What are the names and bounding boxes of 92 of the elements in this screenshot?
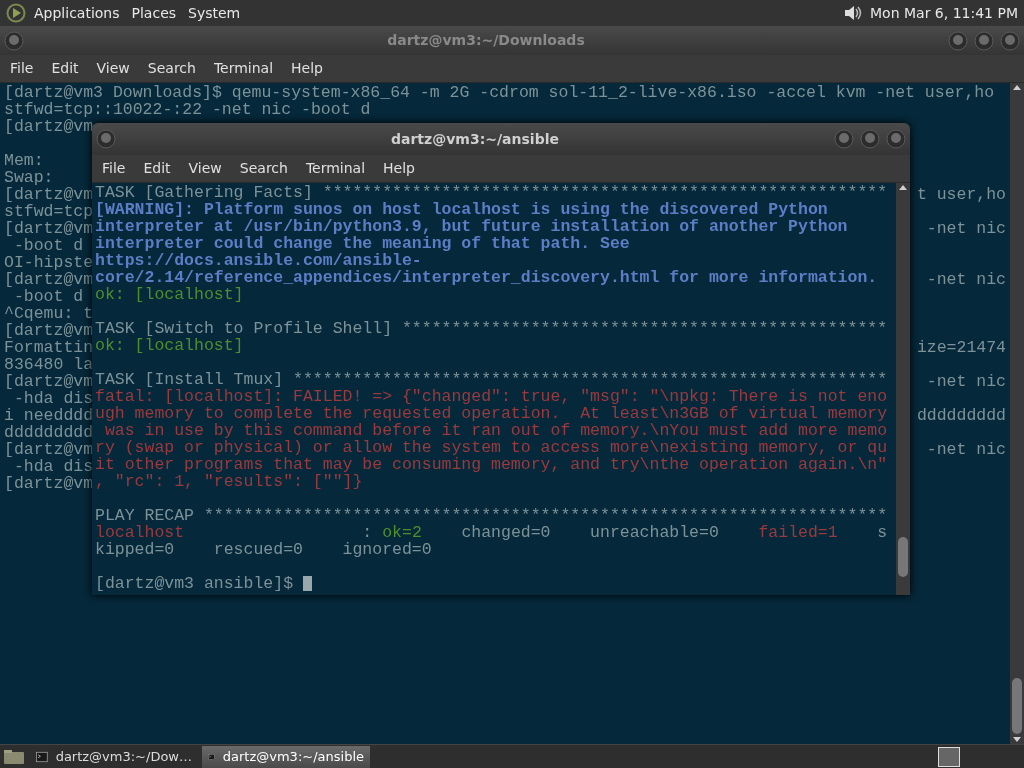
scrollbar-thumb[interactable] [1012, 678, 1022, 734]
terminal-line: -hda dis [12, 458, 94, 475]
terminal-line: [dartz@vm [4, 118, 94, 135]
window-control-icon[interactable] [886, 129, 906, 149]
scroll-up-icon[interactable] [899, 185, 907, 190]
scrollbar[interactable] [1010, 83, 1024, 744]
menu-item[interactable]: Search [139, 58, 204, 79]
terminal-line: ok: [localhost] [95, 286, 244, 303]
window-control-icon[interactable] [974, 30, 994, 51]
panel-menu[interactable]: Places [127, 2, 181, 24]
terminal-line: i needddd [4, 407, 94, 424]
menu-item[interactable]: Terminal [205, 58, 282, 79]
terminal-line: ize=21474 [916, 339, 1007, 356]
terminal-line: Swap: [4, 169, 54, 186]
workspace-switcher[interactable] [938, 746, 960, 767]
window-control-icon[interactable] [834, 129, 854, 149]
terminal-line: Mem: [4, 152, 44, 169]
terminal-line: -net nic [926, 441, 1007, 458]
scrollbar-thumb[interactable] [898, 537, 908, 577]
terminal-line: -net nic [926, 373, 1007, 390]
menu-item[interactable]: View [88, 58, 138, 79]
window-menu-icon[interactable] [4, 30, 24, 51]
terminal-line: [dartz@vm [4, 220, 94, 237]
menu-item[interactable]: Edit [43, 58, 87, 79]
terminal-line: 836480 la [4, 356, 94, 373]
terminal-line: [dartz@vm [4, 186, 94, 203]
menu-item[interactable]: File [2, 58, 42, 79]
terminal-line: ddddddddd [916, 407, 1007, 424]
window-title: dartz@vm3:~/ansible [391, 129, 559, 149]
terminal-line: , "rc": 1, "results": [""]} [95, 473, 363, 490]
terminal-line: [dartz@vm3 Downloads]$ qemu-system-x86_64 -m 2G -cdrom sol-11_2-live-x86.iso -accel kvm -net user,ho [4, 84, 995, 101]
terminal-text: failed=1 [758, 524, 838, 541]
terminal-line: https://docs.ansible.com/ansible- [95, 252, 422, 269]
terminal-text: s [876, 524, 888, 541]
window-control-icon[interactable] [1000, 30, 1020, 51]
window-menu-icon[interactable] [96, 129, 116, 149]
clock[interactable]: Mon Mar 6, 11:41 PM [870, 2, 1018, 24]
menu-item[interactable]: Search [231, 158, 296, 179]
scrollbar[interactable] [896, 183, 910, 595]
terminal-line: [dartz@vm [4, 441, 94, 458]
menu-item[interactable]: Help [375, 158, 423, 179]
menu-item[interactable]: Terminal [297, 158, 374, 179]
terminal-text: changed=0 unreachable=0 [460, 524, 720, 541]
terminal-line: [WARNING]: Platform sunos on host localhost is using the discovered Python [95, 201, 828, 218]
terminal-line: core/2.14/reference_appendices/interpreter_discovery.html for more information. [95, 269, 878, 286]
terminal-line: interpreter at /usr/bin/python3.9, but future installation of another Python [95, 218, 848, 235]
terminal-icon [36, 749, 48, 764]
terminal-line: TASK [Install Tmux] ************************************************************ [95, 371, 888, 388]
terminal-line: ok: [localhost] [95, 337, 244, 354]
terminal-line: PLAY RECAP ********************************************************************* [95, 507, 888, 524]
terminal-text: ok=2 [382, 524, 422, 541]
terminal-line: kipped=0 rescued=0 ignored=0 [95, 541, 432, 558]
terminal-line: [dartz@vm [4, 322, 94, 339]
terminal-line: [dartz@vm [4, 373, 94, 390]
terminal-line: it other programs that may be consuming memory, and try\nthe operation again.\n" [95, 456, 888, 473]
panel-menu[interactable]: System [184, 2, 245, 24]
terminal-line: Formattin [4, 339, 94, 356]
menu-item[interactable]: Help [283, 58, 331, 79]
terminal-line: t user,ho [916, 186, 1007, 203]
logo-icon[interactable] [6, 3, 26, 23]
terminal-line: [dartz@vm [4, 271, 94, 288]
scroll-up-icon[interactable] [1013, 85, 1021, 90]
window-title: dartz@vm3:~/Downloads [387, 31, 585, 50]
terminal-line: stfwd=tcp [4, 203, 94, 220]
panel-menu[interactable]: Applications [30, 2, 124, 24]
terminal-line: interpreter could change the meaning of that path. See [95, 235, 630, 252]
terminal-line: ddddddddd [4, 424, 94, 441]
window-control-icon[interactable] [860, 129, 880, 149]
terminal-line: TASK [Gathering Facts] ********************************************************* [95, 184, 888, 201]
terminal-line: ry (swap or physical) or allow the system to access more\nexisting memory, or qu [95, 439, 888, 456]
terminal-line: stfwd=tcp::10022-:22 -net nic -boot d [4, 101, 371, 118]
terminal-line: fatal: [localhost]: FAILED! => {"changed": true, "msg": "\npkg: There is not eno [95, 388, 888, 405]
terminal-line: OI-hipste [4, 254, 94, 271]
terminal-line: ^Cqemu: t [4, 305, 94, 322]
terminal-line: -hda dis [12, 390, 94, 407]
menu-item[interactable]: View [180, 158, 230, 179]
terminal-text: localhost [95, 524, 185, 541]
terminal-line: ugh memory to complete the requested operation. At least\n3GB of virtual memory [95, 405, 888, 422]
cursor [302, 576, 312, 591]
terminal-text: : [361, 524, 374, 541]
terminal-line: -net nic [926, 271, 1007, 288]
taskbar-button[interactable]: dartz@vm3:~/ansible [202, 745, 370, 768]
menu-item[interactable]: File [94, 158, 134, 179]
terminal-line: -boot d [12, 237, 84, 254]
window-control-icon[interactable] [948, 30, 968, 51]
menu-item[interactable]: Edit [135, 158, 179, 179]
terminal-line: -boot d [12, 288, 84, 305]
terminal-line: [dartz@vm [4, 475, 94, 492]
terminal-line: TASK [Switch to Profile Shell] ************************************************* [95, 320, 888, 337]
terminal-line: -net nic [926, 220, 1007, 237]
terminal-line: was in use by this command before it ran out of memory.\nYou must add more memo [103, 422, 888, 439]
terminal-line: [dartz@vm3 ansible]$ [95, 575, 295, 592]
